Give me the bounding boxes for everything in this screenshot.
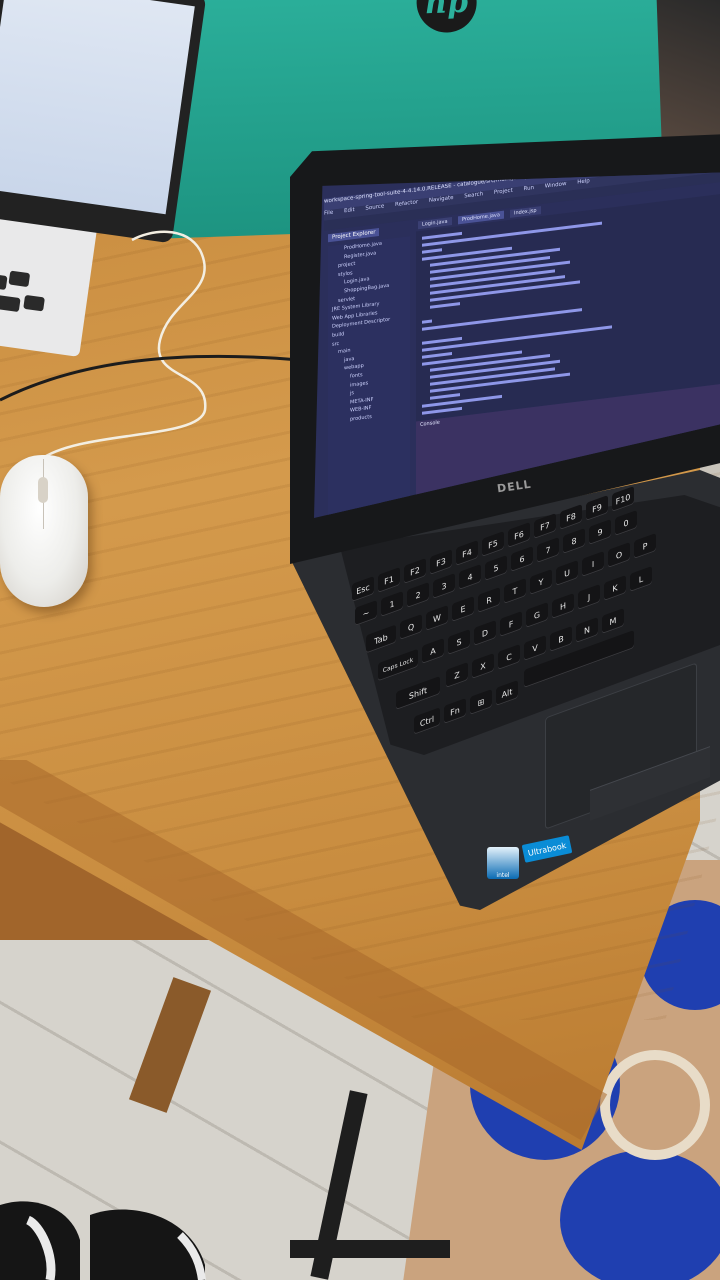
shoes xyxy=(0,1201,206,1280)
menu-window[interactable]: Window xyxy=(545,181,567,190)
code-editor[interactable] xyxy=(416,193,720,422)
table-leg xyxy=(290,1240,450,1258)
rug-motif xyxy=(560,1150,720,1280)
menu-search[interactable]: Search xyxy=(464,191,483,199)
menu-project[interactable]: Project xyxy=(494,188,513,196)
mouse-cable xyxy=(0,230,301,462)
rug-motif xyxy=(600,1050,710,1160)
project-tree: ProdHome.java Register.java project styl… xyxy=(328,236,410,517)
photo-scene: hp Esc F1 F2 F3 F4 F5 F6 F7 F8 F9 F10 ~ … xyxy=(0,0,720,1280)
menu-source[interactable]: Source xyxy=(365,203,384,211)
hp-logo: hp xyxy=(415,0,478,34)
menu-help[interactable]: Help xyxy=(577,178,590,186)
menu-edit[interactable]: Edit xyxy=(344,207,355,214)
left-laptop-display xyxy=(0,0,195,215)
intel-sticker: intel xyxy=(487,847,519,879)
menu-file[interactable]: File xyxy=(324,210,333,217)
code-lines xyxy=(422,221,612,415)
white-mouse xyxy=(0,455,88,607)
menu-refactor[interactable]: Refactor xyxy=(395,199,418,208)
left-laptop-screen xyxy=(0,0,207,244)
menu-run[interactable]: Run xyxy=(524,185,535,192)
mouse-wheel xyxy=(38,477,48,503)
